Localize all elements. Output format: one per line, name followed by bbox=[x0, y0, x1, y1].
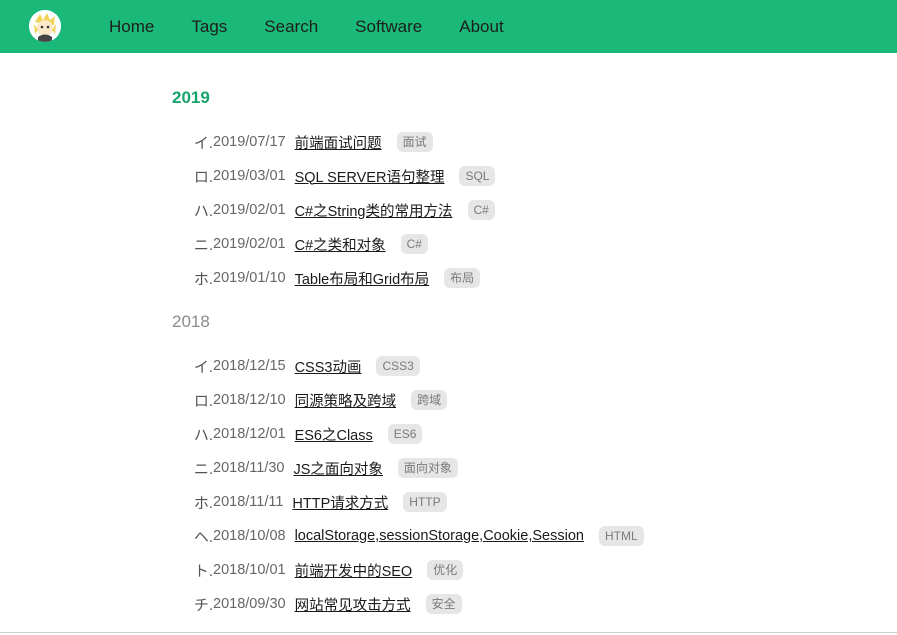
post-title-link[interactable]: CSS3动画 bbox=[295, 356, 362, 377]
post-tag[interactable]: C# bbox=[467, 200, 495, 220]
year-heading-2019: 2019 bbox=[172, 88, 210, 107]
list-marker: ロ. bbox=[193, 168, 213, 186]
list-marker: ヘ. bbox=[193, 528, 213, 546]
avatar[interactable] bbox=[29, 10, 61, 42]
post-title-link[interactable]: 前端面试问题 bbox=[295, 132, 382, 153]
list-item: ロ. 2018/12/10 同源策略及跨域 跨域 bbox=[172, 383, 872, 417]
top-navbar: Home Tags Search Software About bbox=[0, 0, 897, 53]
post-tag[interactable]: 优化 bbox=[427, 560, 464, 580]
list-marker: イ. bbox=[193, 134, 213, 152]
post-title-link[interactable]: C#之String类的常用方法 bbox=[295, 200, 453, 221]
post-tag[interactable]: 面试 bbox=[396, 132, 433, 152]
list-item: ホ. 2018/11/11 HTTP请求方式 HTTP bbox=[172, 485, 872, 519]
post-title-link[interactable]: HTTP请求方式 bbox=[292, 492, 388, 513]
post-title-link[interactable]: 前端开发中的SEO bbox=[295, 560, 413, 581]
list-item: ニ. 2018/11/30 JS之面向对象 面向对象 bbox=[172, 451, 872, 485]
post-date: 2018/12/01 bbox=[213, 426, 286, 442]
list-marker: ハ. bbox=[193, 426, 213, 444]
list-item: イ. 2018/12/15 CSS3动画 CSS3 bbox=[172, 349, 872, 383]
post-date: 2018/12/10 bbox=[213, 392, 286, 408]
post-date: 2019/01/10 bbox=[213, 270, 286, 286]
list-marker: ホ. bbox=[193, 494, 213, 512]
post-date: 2018/11/30 bbox=[213, 460, 285, 476]
page-divider bbox=[0, 632, 897, 633]
post-tag[interactable]: C# bbox=[400, 234, 428, 254]
list-item: ヘ. 2018/10/08 localStorage,sessionStorag… bbox=[172, 519, 872, 553]
post-list-2019: イ. 2019/07/17 前端面试问题 面试 ロ. 2019/03/01 SQ… bbox=[172, 125, 872, 295]
nav-tags-link[interactable]: Tags bbox=[191, 17, 227, 37]
post-date: 2018/09/30 bbox=[213, 596, 286, 612]
list-marker: イ. bbox=[193, 358, 213, 376]
post-list-2018: イ. 2018/12/15 CSS3动画 CSS3 ロ. 2018/12/10 … bbox=[172, 349, 872, 621]
post-tag[interactable]: 跨域 bbox=[411, 390, 448, 410]
list-item: ロ. 2019/03/01 SQL SERVER语句整理 SQL bbox=[172, 159, 872, 193]
post-tag[interactable]: SQL bbox=[459, 166, 496, 186]
list-marker: ホ. bbox=[193, 270, 213, 288]
nav-software-link[interactable]: Software bbox=[355, 17, 422, 37]
list-marker: ニ. bbox=[193, 460, 213, 478]
post-title-link[interactable]: Table布局和Grid布局 bbox=[295, 268, 430, 289]
list-marker: ト. bbox=[193, 562, 213, 580]
post-date: 2019/02/01 bbox=[213, 202, 286, 218]
list-marker: ハ. bbox=[193, 202, 213, 220]
post-title-link[interactable]: localStorage,sessionStorage,Cookie,Sessi… bbox=[295, 528, 584, 544]
post-title-link[interactable]: 网站常见攻击方式 bbox=[295, 594, 411, 615]
list-item: イ. 2019/07/17 前端面试问题 面试 bbox=[172, 125, 872, 159]
list-item: ホ. 2019/01/10 Table布局和Grid布局 布局 bbox=[172, 261, 872, 295]
post-title-link[interactable]: JS之面向对象 bbox=[294, 458, 383, 479]
list-marker: ロ. bbox=[193, 392, 213, 410]
post-date: 2019/07/17 bbox=[213, 134, 286, 150]
list-item: ハ. 2019/02/01 C#之String类的常用方法 C# bbox=[172, 193, 872, 227]
year-heading-2018: 2018 bbox=[172, 312, 210, 331]
post-tag[interactable]: 布局 bbox=[444, 268, 481, 288]
list-item: ハ. 2018/12/01 ES6之Class ES6 bbox=[172, 417, 872, 451]
list-item: ニ. 2019/02/01 C#之类和对象 C# bbox=[172, 227, 872, 261]
post-date: 2018/11/11 bbox=[213, 494, 284, 510]
post-title-link[interactable]: 同源策略及跨域 bbox=[295, 390, 397, 411]
nav-search-link[interactable]: Search bbox=[264, 17, 318, 37]
post-tag[interactable]: HTTP bbox=[403, 492, 447, 512]
post-tag[interactable]: ES6 bbox=[387, 424, 423, 444]
nav-home-link[interactable]: Home bbox=[109, 17, 154, 37]
post-title-link[interactable]: ES6之Class bbox=[295, 424, 373, 445]
post-tag[interactable]: 面向对象 bbox=[397, 458, 458, 478]
post-title-link[interactable]: SQL SERVER语句整理 bbox=[295, 166, 445, 187]
post-date: 2019/02/01 bbox=[213, 236, 286, 252]
archive-content: 2019 イ. 2019/07/17 前端面试问题 面试 ロ. 2019/03/… bbox=[172, 80, 872, 621]
nav-about-link[interactable]: About bbox=[459, 17, 503, 37]
post-tag[interactable]: CSS3 bbox=[376, 356, 420, 376]
post-date: 2018/12/15 bbox=[213, 358, 286, 374]
post-date: 2018/10/08 bbox=[213, 528, 286, 544]
post-tag[interactable]: HTML bbox=[598, 526, 644, 546]
list-item: ト. 2018/10/01 前端开发中的SEO 优化 bbox=[172, 553, 872, 587]
post-title-link[interactable]: C#之类和对象 bbox=[295, 234, 386, 255]
post-date: 2018/10/01 bbox=[213, 562, 286, 578]
list-marker: チ. bbox=[193, 596, 213, 614]
list-item: チ. 2018/09/30 网站常见攻击方式 安全 bbox=[172, 587, 872, 621]
post-tag[interactable]: 安全 bbox=[425, 594, 462, 614]
avatar-icon bbox=[29, 10, 61, 42]
post-date: 2019/03/01 bbox=[213, 168, 286, 184]
list-marker: ニ. bbox=[193, 236, 213, 254]
main-nav: Home Tags Search Software About bbox=[109, 0, 541, 53]
